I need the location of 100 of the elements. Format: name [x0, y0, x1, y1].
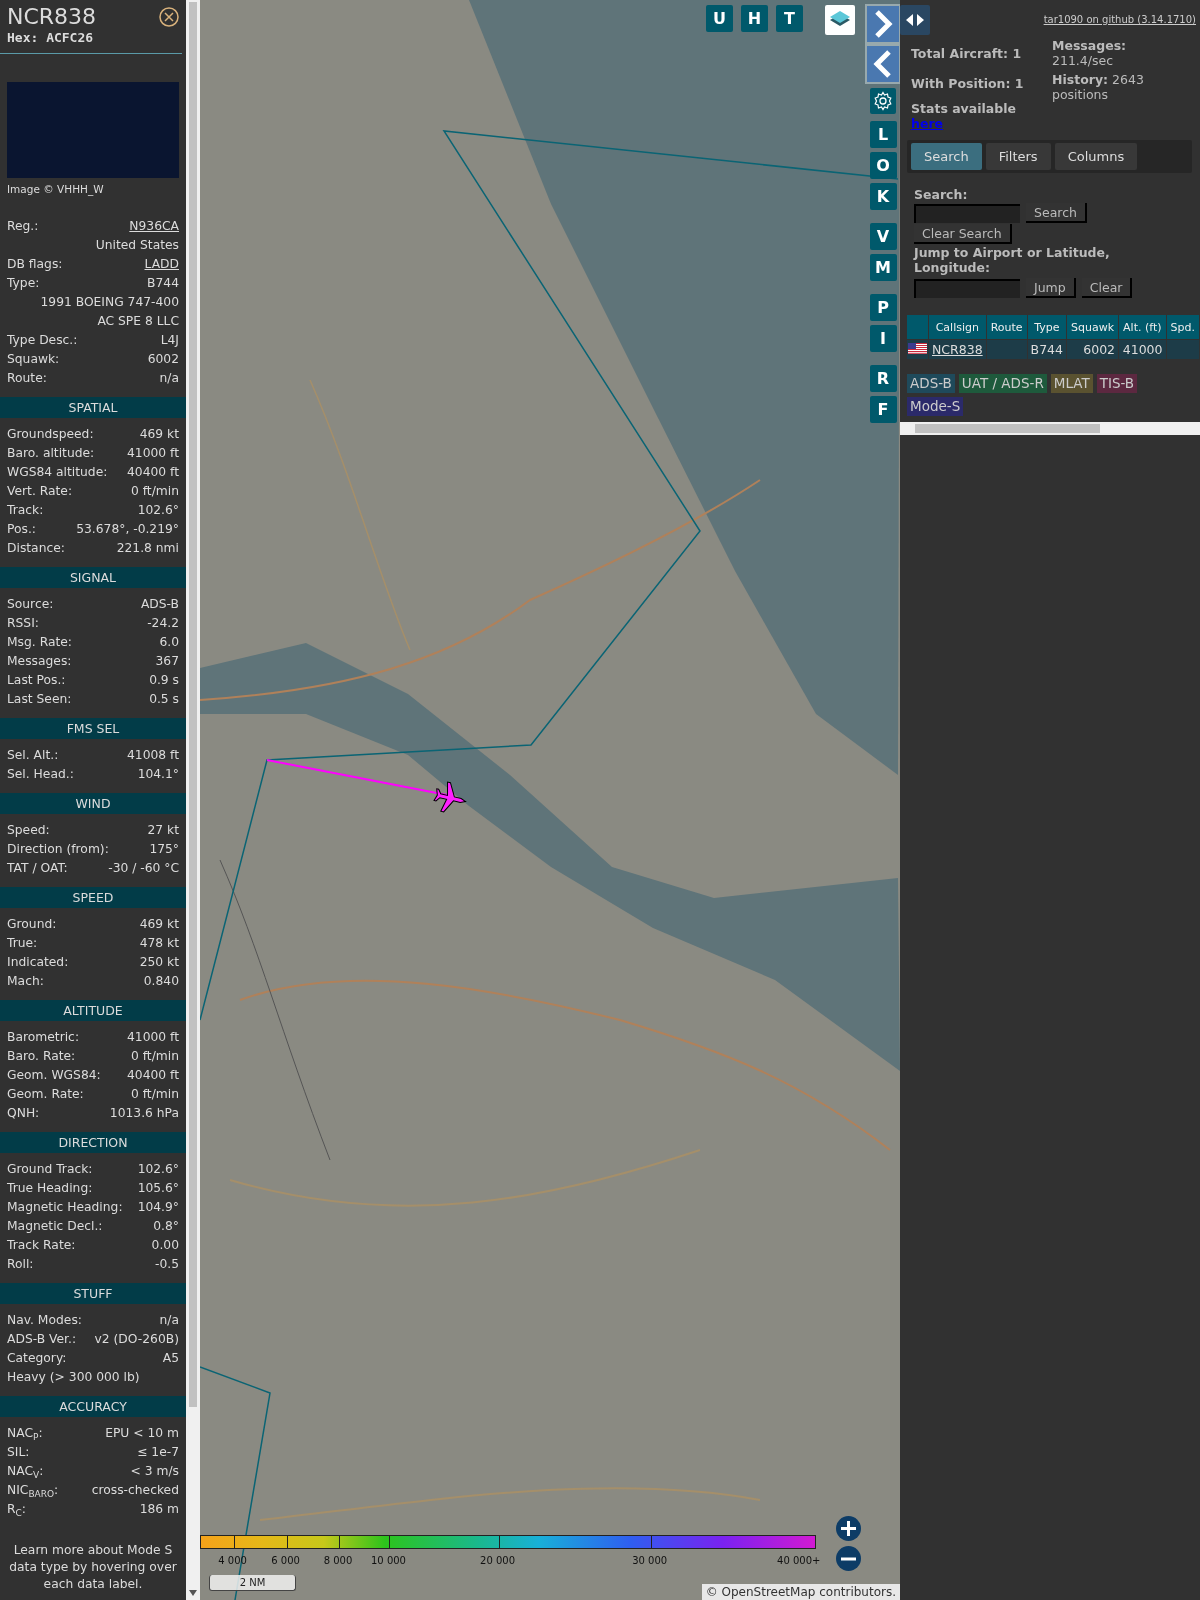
row-label: WGS84 altitude:	[7, 464, 108, 481]
messages-stat: Messages: 211.4/sec	[1052, 38, 1128, 68]
row-label: NAC$_{P}$:	[7, 1425, 43, 1443]
stats-available-text: Stats available	[911, 101, 1017, 116]
map-control-button[interactable]: H	[741, 5, 768, 32]
row-value: 53.678°, -0.219°	[76, 521, 179, 538]
map-control-button[interactable]: P	[869, 294, 897, 321]
value-link[interactable]: LADD	[144, 255, 179, 274]
section-header: ALTITUDE	[0, 1000, 186, 1021]
row-label: Geom. WGS84:	[7, 1067, 101, 1084]
clear-search-button[interactable]: Clear Search	[914, 224, 1012, 244]
search-button[interactable]: Search	[1026, 203, 1087, 223]
section-header: SIGNAL	[0, 567, 186, 588]
row-value: < 3 m/s	[130, 1463, 179, 1480]
row-value: 41000 ft	[127, 445, 179, 462]
row-value: L4J	[160, 332, 179, 349]
legend-label: 40 000+	[777, 1555, 821, 1566]
plus-icon	[840, 1520, 857, 1537]
row-value: 0 ft/min	[131, 1048, 179, 1065]
map-control-button[interactable]: I	[869, 325, 897, 352]
map-control-button[interactable]: V	[869, 223, 897, 250]
row-label: Barometric:	[7, 1029, 80, 1046]
tab[interactable]: Columns	[1054, 143, 1138, 170]
next-button[interactable]	[867, 6, 899, 42]
jump-field[interactable]	[914, 278, 1020, 298]
row-value: 1991 BOEING 747-400	[40, 294, 179, 311]
aircraft-icon[interactable]	[433, 781, 467, 813]
history-stat: History: 2643 positions	[1052, 72, 1145, 102]
map-control-button[interactable]: U	[706, 5, 733, 32]
table-cell: 41000	[1119, 340, 1166, 359]
row-label: Pos.:	[7, 521, 36, 538]
row-label: Sel. Alt.:	[7, 747, 59, 764]
table-cell	[1166, 340, 1199, 359]
value-link[interactable]: N936CA	[129, 217, 179, 236]
scroll-down-arrow-icon[interactable]	[188, 1590, 198, 1596]
source-legend-tag: MLAT	[1050, 374, 1093, 393]
legend-label: 6 000	[271, 1555, 300, 1566]
row-label: Mach:	[7, 973, 44, 990]
column-header[interactable]: Type	[1027, 315, 1066, 339]
row-label: True Heading:	[7, 1180, 93, 1197]
row-label: RSSI:	[7, 615, 39, 632]
column-header[interactable]: Callsign	[929, 315, 986, 339]
map-control-button[interactable]: L	[869, 121, 897, 148]
row-label: ADS-B Ver.:	[7, 1331, 77, 1348]
section-header: SPATIAL	[0, 397, 186, 418]
row-value: 0.00	[151, 1237, 179, 1254]
source-legend-tag: Mode-S	[907, 397, 964, 416]
map-control-button[interactable]: O	[869, 152, 897, 179]
row-value: 186 m	[139, 1501, 179, 1518]
row-value: ADS-B	[140, 596, 179, 613]
row-label: TAT / OAT:	[7, 860, 68, 877]
chevron-right-icon	[872, 9, 894, 39]
tab[interactable]: Filters	[985, 143, 1051, 170]
version-link[interactable]: tar1090 on github (3.14.1710)	[1043, 14, 1196, 25]
jump-label: Jump to Airport or Latitude, Longitude:	[914, 245, 1111, 275]
settings-button[interactable]	[870, 88, 896, 114]
panel-toggle-button[interactable]	[900, 5, 930, 35]
map-control-button[interactable]: R	[869, 365, 897, 392]
row-value: 0 ft/min	[131, 1086, 179, 1103]
map-control-button[interactable]: M	[869, 254, 897, 281]
column-header[interactable]: Squawk	[1067, 315, 1119, 339]
close-icon[interactable]	[159, 7, 179, 27]
row-value: -0.5	[155, 1256, 179, 1273]
map-control-button[interactable]: K	[869, 183, 897, 210]
scrollbar-thumb[interactable]	[915, 424, 1100, 433]
column-header[interactable]: Spd.	[1166, 315, 1199, 339]
layers-button[interactable]	[825, 5, 855, 35]
row-label: Magnetic Heading:	[7, 1199, 123, 1216]
photo-credit: Image © VHHH_W	[6, 182, 105, 196]
map-control-button[interactable]: F	[869, 396, 897, 423]
column-header[interactable]: Alt. (ft)	[1119, 315, 1166, 339]
map-control-button[interactable]: T	[776, 5, 803, 32]
section-header: STUFF	[0, 1283, 186, 1304]
row-value: v2 (DO-260B)	[94, 1331, 179, 1348]
row-label: NAC$_{V}$:	[7, 1463, 44, 1481]
row-value: cross-checked	[91, 1482, 179, 1499]
clear-button[interactable]: Clear	[1081, 278, 1133, 298]
row-value: A5	[162, 1350, 179, 1367]
search-field[interactable]	[914, 203, 1020, 223]
previous-button[interactable]	[867, 46, 899, 82]
row-label: Direction (from):	[7, 841, 109, 858]
row-label: Baro. Rate:	[7, 1048, 76, 1065]
row-value: 27 kt	[147, 822, 179, 839]
row-value: AC SPE 8 LLC	[97, 313, 179, 330]
help-note: Learn more about Mode S data type by hovering over each data label.	[8, 1542, 178, 1593]
row-label: Last Pos.:	[7, 672, 66, 689]
jump-button[interactable]: Jump	[1026, 278, 1076, 298]
row-label: Distance:	[7, 540, 65, 557]
row-value: 6002	[147, 351, 179, 368]
row-label: Roll:	[7, 1256, 34, 1273]
row-value: 367	[155, 653, 179, 670]
column-header[interactable]: Route	[986, 315, 1027, 339]
row-label: Vert. Rate:	[7, 483, 73, 500]
row-label: DB flags:	[7, 256, 63, 273]
source-legend-tag: ADS-B	[907, 374, 955, 393]
row-value: 41000 ft	[127, 1029, 179, 1046]
callsign-link[interactable]: NCR838	[932, 342, 983, 357]
section-header: DIRECTION	[0, 1132, 186, 1153]
tab[interactable]: Search	[911, 143, 982, 170]
scrollbar-thumb[interactable]	[189, 2, 197, 1407]
